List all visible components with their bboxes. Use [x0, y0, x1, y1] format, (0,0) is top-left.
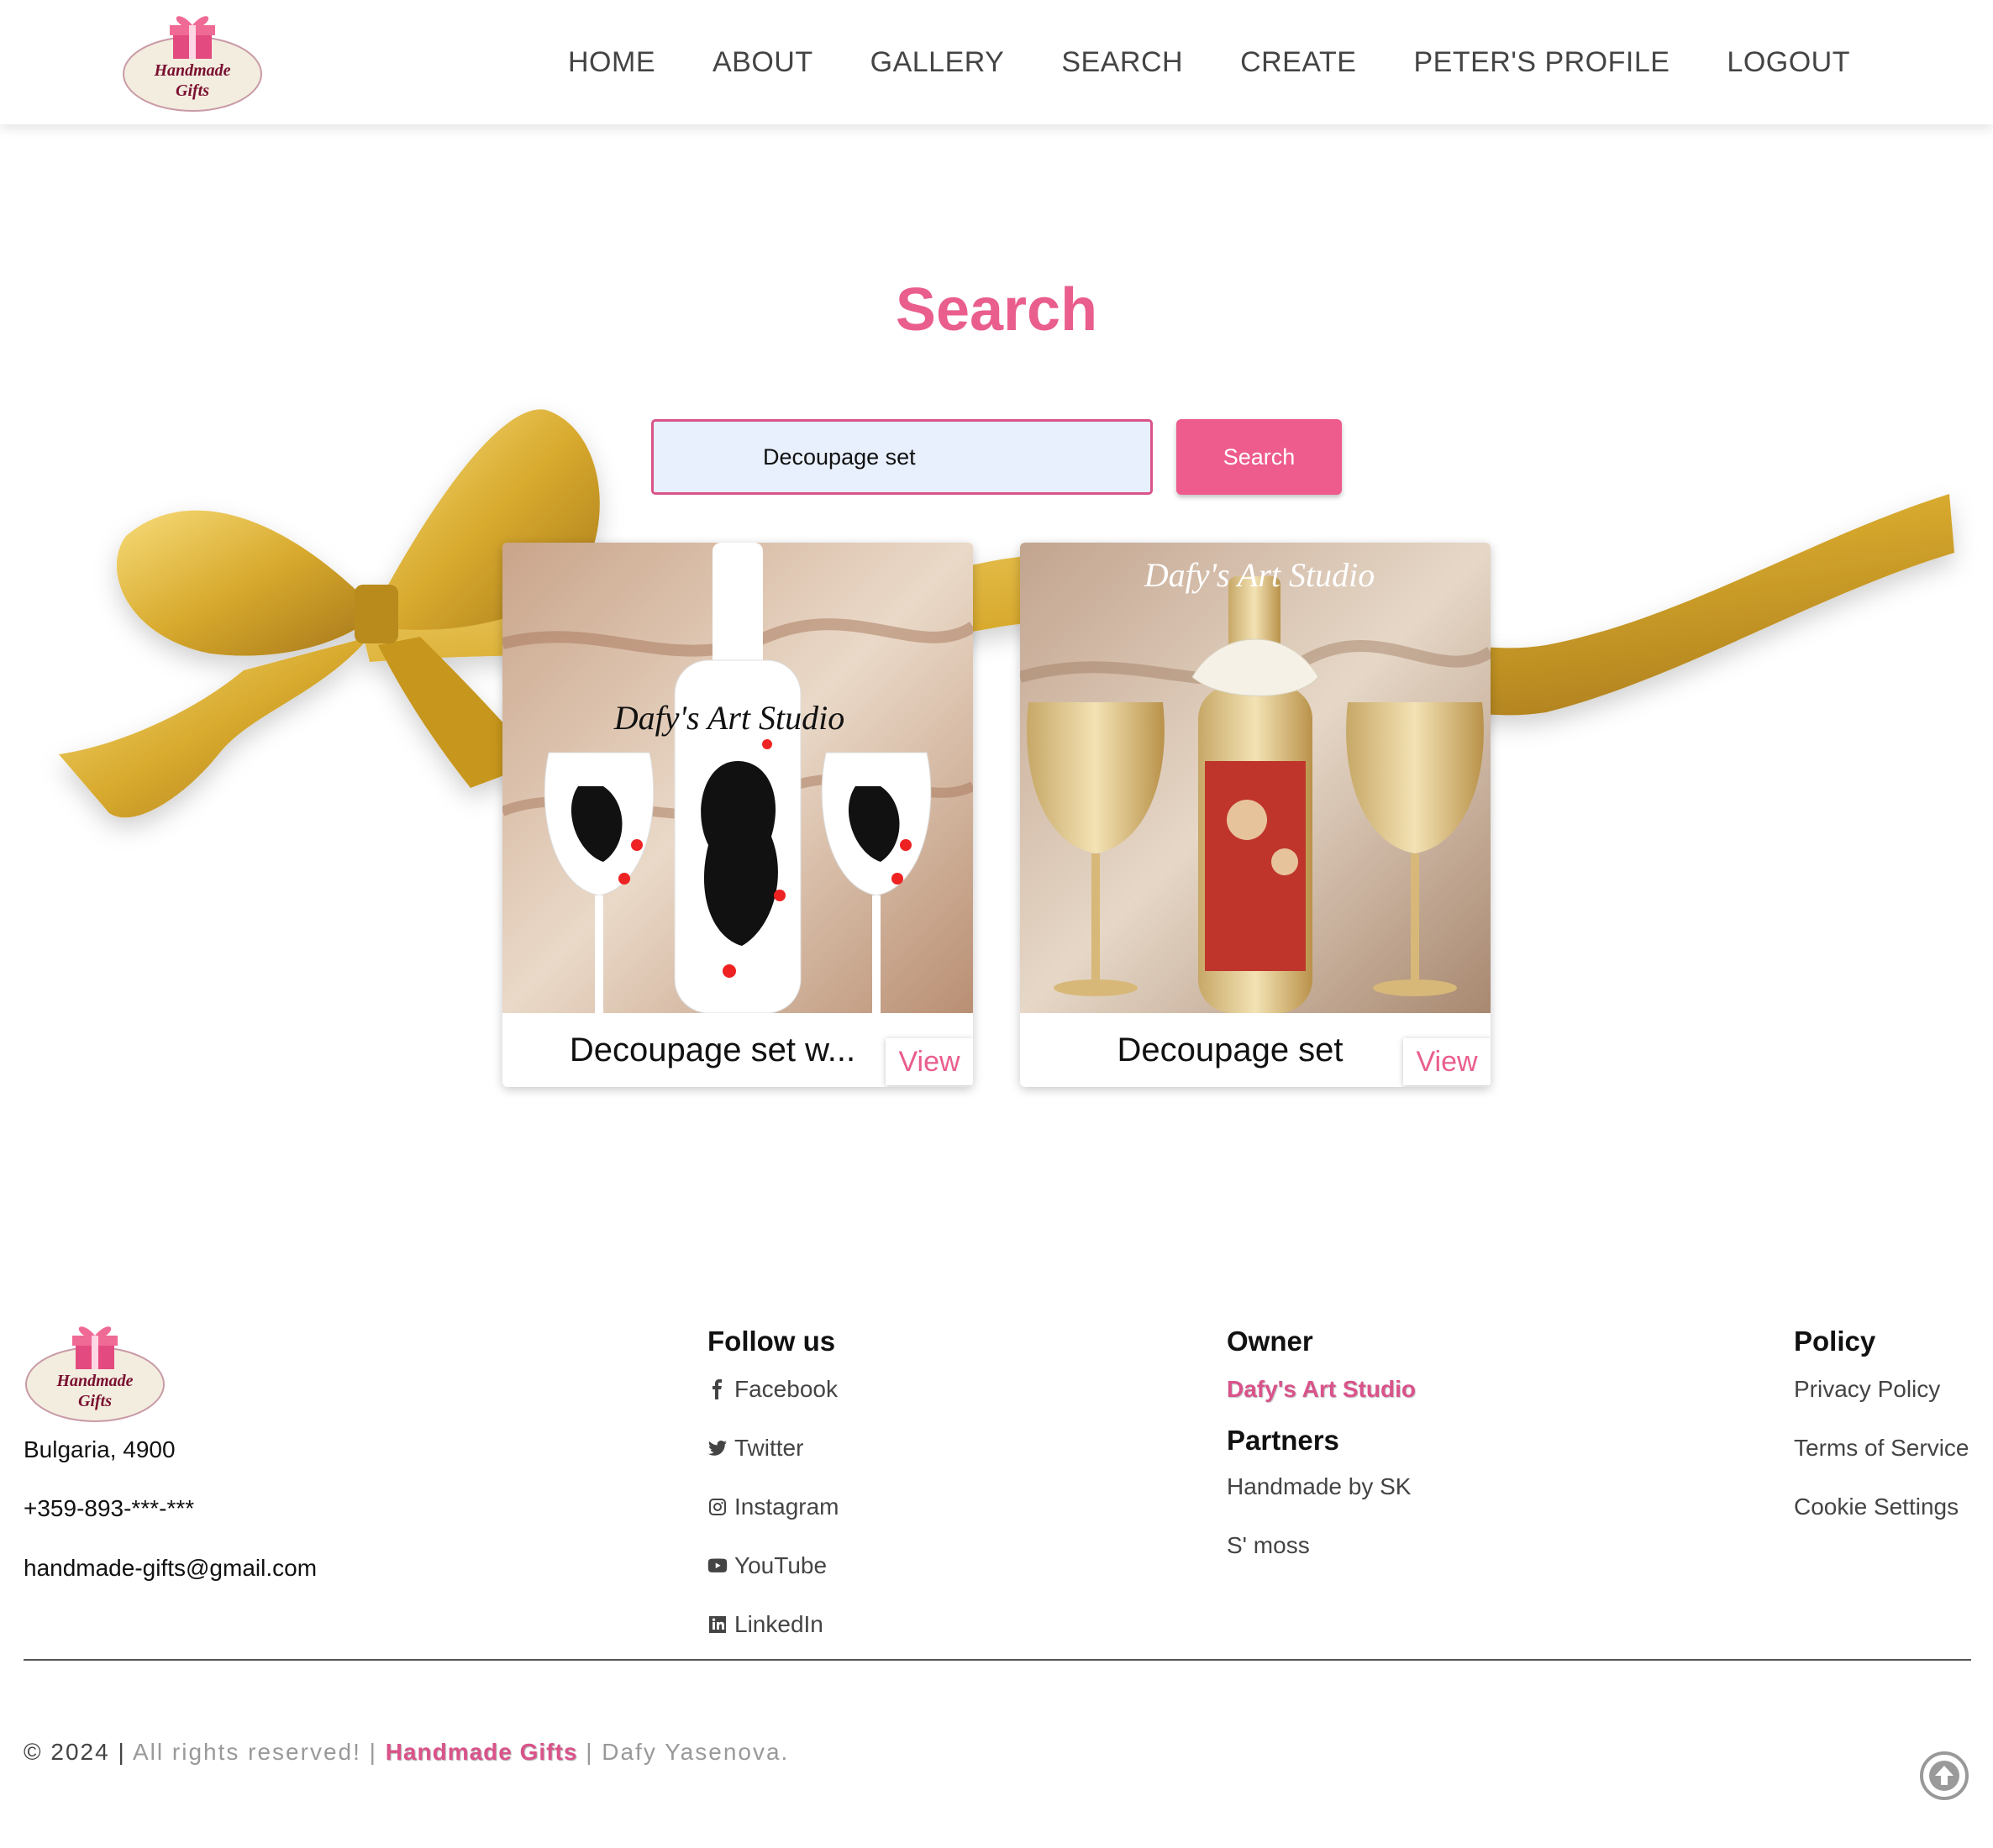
nav-gallery[interactable]: GALLERY: [870, 46, 1005, 79]
partners-heading: Partners: [1227, 1425, 1339, 1456]
product-image[interactable]: Dafy's Art Studio: [502, 543, 973, 1013]
svg-text:Gifts: Gifts: [176, 81, 209, 100]
results-list: Dafy's Art Studio Decoupage set w... Vie…: [502, 543, 1491, 1087]
card-title: Decoupage set: [1117, 1032, 1344, 1068]
footer-logo[interactable]: Handmade Gifts: [24, 1319, 166, 1425]
owner-heading: Owner: [1227, 1326, 1313, 1357]
nav-create[interactable]: CREATE: [1240, 46, 1356, 79]
twitter-icon: [708, 1441, 727, 1456]
cookie-settings-link[interactable]: Cookie Settings: [1794, 1494, 1969, 1552]
svg-text:Gifts: Gifts: [78, 1392, 112, 1410]
card-footer: Decoupage set w... View: [502, 1013, 973, 1087]
owner-link[interactable]: Dafy's Art Studio: [1227, 1376, 1416, 1425]
partner-link[interactable]: S' moss: [1227, 1532, 1416, 1591]
card-footer: Decoupage set View: [1020, 1013, 1491, 1087]
social-instagram[interactable]: Instagram: [707, 1494, 839, 1552]
scroll-to-top-button[interactable]: [1920, 1751, 1969, 1800]
main-content: Search Search: [0, 124, 1993, 1216]
svg-text:Handmade: Handmade: [153, 61, 230, 80]
nav-logout[interactable]: LOGOUT: [1727, 46, 1850, 79]
search-input[interactable]: [651, 419, 1153, 495]
instagram-icon: [709, 1499, 726, 1515]
footer-address: Bulgaria, 4900: [24, 1436, 176, 1462]
footer-follow: Follow us Facebook Twitter Instagram You…: [707, 1326, 839, 1670]
social-youtube[interactable]: YouTube: [707, 1552, 839, 1611]
footer-divider: [24, 1659, 1971, 1661]
search-form: Search: [651, 419, 1342, 495]
page-title: Search: [895, 276, 1098, 344]
card-title: Decoupage set w...: [569, 1032, 856, 1068]
partner-link[interactable]: Handmade by SK: [1227, 1473, 1416, 1532]
search-button[interactable]: Search: [1176, 419, 1342, 495]
copyright: © 2024 | All rights reserved! | Handmade…: [24, 1739, 790, 1765]
terms-link[interactable]: Terms of Service: [1794, 1435, 1969, 1494]
view-button[interactable]: View: [886, 1038, 973, 1085]
view-button[interactable]: View: [1403, 1038, 1491, 1085]
nav-about[interactable]: ABOUT: [713, 46, 813, 79]
policy-heading: Policy: [1794, 1326, 1876, 1357]
social-facebook[interactable]: Facebook: [707, 1376, 839, 1435]
linkedin-icon: [709, 1616, 726, 1633]
footer-owner: Owner Dafy's Art Studio Partners Handmad…: [1227, 1326, 1416, 1591]
privacy-policy-link[interactable]: Privacy Policy: [1794, 1376, 1969, 1435]
follow-heading: Follow us: [707, 1326, 836, 1357]
arrow-up-icon: [1929, 1761, 1959, 1791]
nav-search[interactable]: SEARCH: [1061, 46, 1183, 79]
result-card: Dafy's Art Studio Decoupage set w... Vie…: [502, 543, 973, 1087]
footer-email[interactable]: handmade-gifts@gmail.com: [24, 1555, 317, 1582]
main-nav: HOME ABOUT GALLERY SEARCH CREATE PETER'S…: [511, 0, 1850, 124]
svg-text:Dafy's Art Studio: Dafy's Art Studio: [1144, 556, 1375, 594]
facebook-icon: [713, 1379, 722, 1399]
site-logo[interactable]: Handmade Gifts: [121, 8, 264, 114]
youtube-icon: [707, 1558, 728, 1572]
result-card: Dafy's Art Studio Decoupage set View: [1020, 543, 1491, 1087]
footer-phone: +359-893-***-***: [24, 1495, 195, 1521]
svg-text:Handmade: Handmade: [55, 1372, 133, 1390]
nav-home[interactable]: HOME: [568, 46, 655, 79]
site-header: Handmade Gifts HOME ABOUT GALLERY SEARCH…: [0, 0, 1993, 124]
social-twitter[interactable]: Twitter: [707, 1435, 839, 1494]
footer-policy: Policy Privacy Policy Terms of Service C…: [1794, 1326, 1969, 1552]
copyright-brand[interactable]: Handmade Gifts: [386, 1739, 578, 1765]
product-image[interactable]: Dafy's Art Studio: [1020, 543, 1491, 1013]
site-footer: Handmade Gifts Bulgaria, 4900 +359-893-*…: [0, 1310, 1993, 1848]
social-linkedin[interactable]: LinkedIn: [707, 1611, 839, 1670]
svg-text:Dafy's Art Studio: Dafy's Art Studio: [613, 699, 845, 737]
nav-profile[interactable]: PETER'S PROFILE: [1413, 46, 1670, 79]
